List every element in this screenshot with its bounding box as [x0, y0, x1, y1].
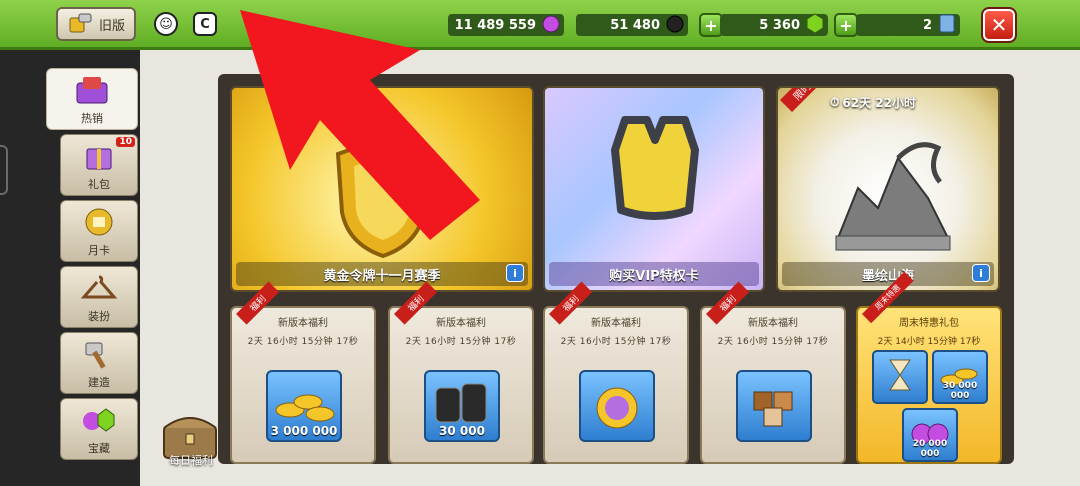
sidebar-item-gift[interactable]: 10 礼包: [60, 134, 138, 196]
limited-ribbon: 限时: [780, 88, 824, 113]
gems-resource: 5 360: [720, 13, 828, 36]
elixir-icon: [542, 15, 560, 33]
potion-icon: [596, 387, 638, 429]
gold-coins-icon: [275, 394, 335, 422]
sidebar-item-label: 礼包: [88, 178, 110, 191]
sidebar-item-label: 宝藏: [88, 442, 110, 455]
offer-item: [736, 370, 812, 442]
offer-card[interactable]: 福利 新版本福利 2天 16小时 15分钟 17秒 30 000: [388, 281, 534, 464]
offer-timer: 2天 16小时 15分钟 17秒: [405, 337, 517, 347]
hourglass-icon: [889, 359, 911, 391]
sidebar-item-hot[interactable]: 热销: [46, 68, 138, 130]
ink-dragon-scenery-icon: [835, 142, 951, 251]
clan-icon[interactable]: ☺: [154, 12, 178, 36]
ink-mountain-label: 墨绘山海: [782, 262, 994, 286]
clock-icon: ⏱: [830, 95, 840, 109]
sidebar-item-label: 月卡: [88, 244, 110, 257]
offer-title: 新版本福利: [278, 318, 328, 329]
dark-elixir-resource: 51 480: [576, 14, 688, 36]
countdown-timer: ⏱ 62天 22小时: [830, 95, 916, 110]
weekend-item: [872, 350, 928, 404]
offer-card[interactable]: 福利 新版本福利 2天 16小时 15分钟 17秒: [543, 281, 689, 464]
offer-item: 30 000: [424, 370, 500, 442]
gold-pass-label: 黄金令牌十一月赛季: [236, 262, 528, 286]
vip-card[interactable]: 购买VIP特权卡: [543, 86, 765, 292]
offer-title: 新版本福利: [748, 318, 798, 329]
info-icon[interactable]: i: [972, 264, 990, 282]
sidebar-item-label: 热销: [81, 112, 103, 125]
elixir-resource: 11 489 559: [448, 14, 564, 36]
blocks-icon: [753, 391, 793, 427]
hammer-icon: [85, 342, 106, 369]
top-bar: 旧版 ☺ C 11 489 559 51 480 + 5 360 + 2 ✕: [0, 0, 1080, 50]
old-version-label: 旧版: [98, 18, 125, 34]
weekend-item-value: 20 000 000: [912, 439, 948, 459]
gems-amount: 5 360: [759, 17, 800, 33]
weekend-item: 30 000 000: [932, 350, 988, 404]
dark-elixir-icon: [666, 15, 684, 33]
sidebar-handle[interactable]: [0, 145, 8, 195]
vip-crown-icon: [611, 116, 699, 220]
ink-mountain-card[interactable]: 限时 ⏱ 62天 22小时 墨绘山海 i: [776, 86, 1000, 292]
weekend-item: 20 000 000: [902, 408, 958, 462]
sidebar-item-build[interactable]: 建造: [60, 332, 138, 394]
gift-count-badge: 10: [116, 137, 135, 147]
book-amount: 2: [922, 17, 932, 33]
category-sidebar: 热销 10 礼包 月卡 装扮 建造 宝藏: [0, 50, 140, 486]
offer-title: 新版本福利: [436, 318, 486, 329]
sidebar-item-skins[interactable]: 装扮: [60, 266, 138, 328]
weekend-item-value: 30 000 000: [942, 381, 978, 401]
offer-card[interactable]: 福利 新版本福利 2天 16小时 15分钟 17秒: [700, 281, 846, 464]
book-resource: 2: [856, 14, 960, 36]
offer-title: 新版本福利: [591, 318, 641, 329]
gems-icon: [83, 408, 115, 432]
weekend-offer-title: 周末特惠礼包: [899, 318, 959, 329]
dark-elixir-bottles-icon: [435, 383, 487, 423]
sidebar-item-label: 装扮: [88, 310, 110, 323]
hot-sale-icon: [76, 77, 108, 104]
book-icon: [939, 14, 955, 33]
coin-c-icon[interactable]: C: [193, 12, 217, 36]
gold-shield-icon: [335, 135, 431, 259]
sidebar-item-treasure[interactable]: 宝藏: [60, 398, 138, 460]
builder-tools-icon: [69, 13, 92, 33]
gem-icon: [806, 13, 824, 34]
elixir-amount: 11 489 559: [454, 17, 536, 33]
offer-value: 3 000 000: [270, 424, 338, 438]
offer-timer: 2天 16小时 15分钟 17秒: [247, 337, 359, 347]
daily-reward-label[interactable]: 每日福利: [160, 452, 222, 468]
gold-pass-card[interactable]: 黄金令牌十一月赛季 i: [230, 86, 534, 292]
close-button[interactable]: ✕: [981, 7, 1017, 43]
info-icon[interactable]: i: [506, 264, 524, 282]
sidebar-item-monthly[interactable]: 月卡: [60, 200, 138, 262]
close-icon: ✕: [990, 13, 1008, 37]
dark-elixir-amount: 51 480: [610, 17, 660, 33]
offer-value: 30 000: [439, 424, 485, 438]
offer-timer: 2天 16小时 15分钟 17秒: [717, 337, 829, 347]
monthly-card-icon: [85, 208, 113, 236]
old-version-button[interactable]: 旧版: [56, 7, 136, 41]
add-book-button[interactable]: +: [834, 13, 858, 37]
offer-item: 3 000 000: [266, 370, 342, 442]
offer-item: [579, 370, 655, 442]
hanger-icon: [80, 275, 118, 299]
weekend-offer-timer: 2天 14小时 15分钟 17秒: [877, 337, 981, 347]
sidebar-item-label: 建造: [88, 376, 110, 389]
offer-card[interactable]: 福利 新版本福利 2天 16小时 15分钟 17秒 3 000 000: [230, 281, 376, 464]
offer-timer: 2天 16小时 15分钟 17秒: [560, 337, 672, 347]
gift-icon: [86, 148, 112, 170]
weekend-offer-card[interactable]: 周末特惠 周末特惠礼包 2天 14小时 15分钟 17秒 30 000 000 …: [856, 271, 1002, 464]
